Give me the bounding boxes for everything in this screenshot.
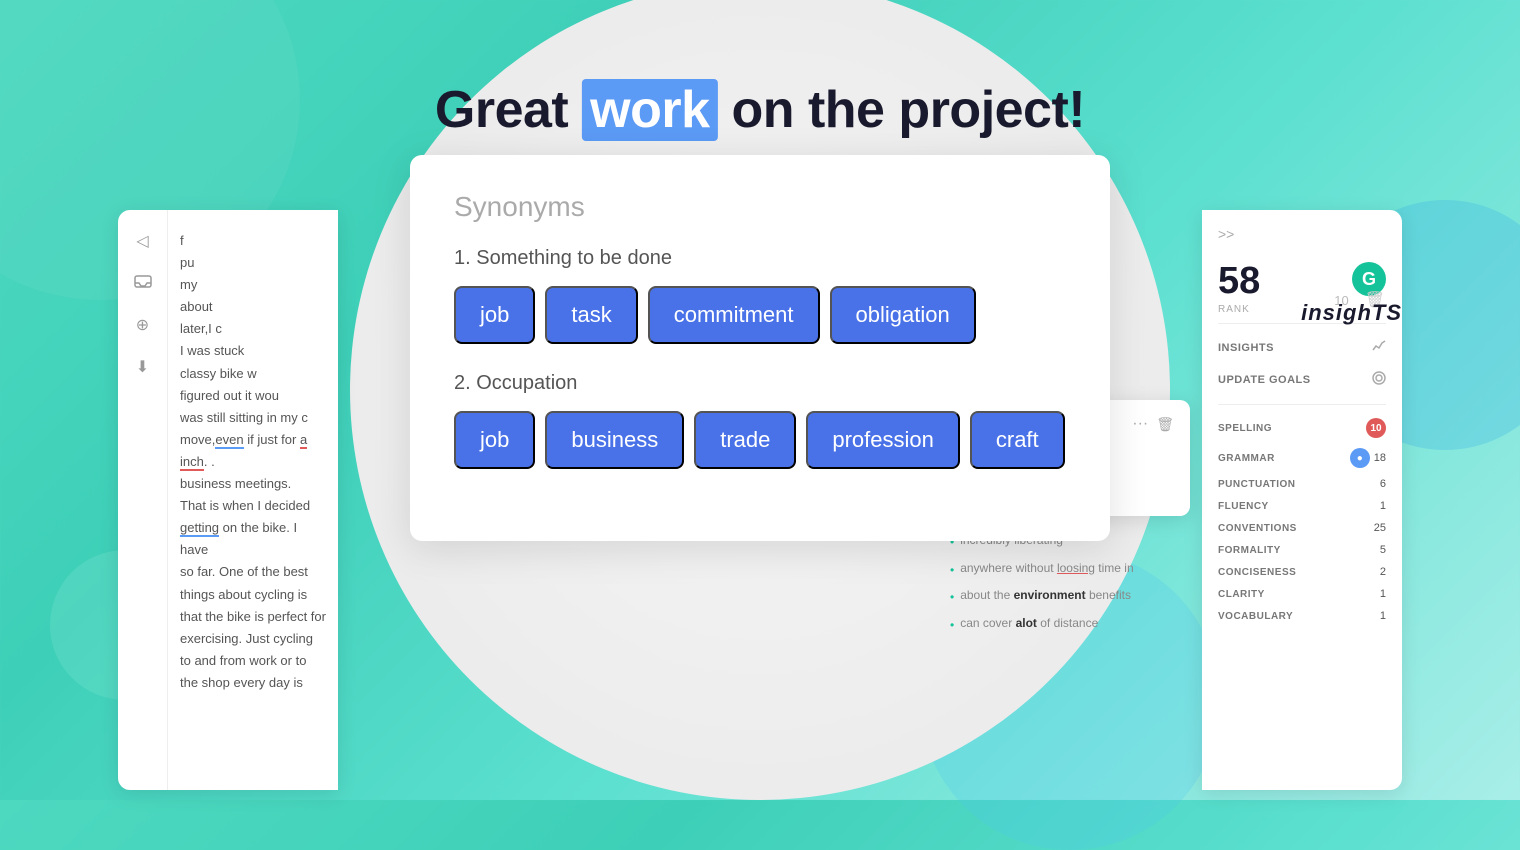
editor-line-2: pu [180, 252, 326, 274]
synonym-tag-job-1[interactable]: job [454, 286, 535, 344]
bullet-text-3: about the environment benefits [960, 585, 1131, 607]
bullet-dot-2: • [950, 560, 954, 582]
synonym-tags-1: job task commitment obligation [454, 286, 1066, 344]
vocabulary-value: 1 [1380, 610, 1386, 622]
editor-line-12: That is when I decided getting on the bi… [180, 495, 326, 561]
editor-toolbar: ◁ ⊕ ⬇ [118, 210, 168, 790]
heading-highlighted-word: work [582, 79, 717, 141]
editor-panel: ◁ ⊕ ⬇ f pu my about later,I c I was stuc… [118, 210, 338, 790]
nav-update-goals[interactable]: UPDATE GOALS [1218, 363, 1386, 396]
main-heading: Great work on the project! [435, 80, 1085, 140]
editor-line-3: my [180, 274, 326, 296]
meaning-number-1: 1. [454, 247, 476, 269]
clarity-value: 1 [1380, 588, 1386, 600]
clarity-label: CLARITY [1218, 589, 1265, 600]
grammar-badge: ● [1350, 448, 1370, 468]
divider-2 [1218, 404, 1386, 405]
bullet-dot-3: • [950, 587, 954, 609]
bullet-4: • can cover alot of distance [950, 613, 1190, 637]
editor-line-7: classy bike w [180, 363, 326, 385]
vocabulary-label: VOCABULARY [1218, 611, 1293, 622]
spelling-label: SPELLING [1218, 423, 1272, 434]
editor-line-5: later,I c [180, 318, 326, 340]
score-row-clarity: CLARITY 1 [1218, 583, 1386, 605]
conventions-label: CONVENTIONS [1218, 523, 1297, 534]
spelling-badge: 10 [1366, 418, 1386, 438]
expand-button[interactable]: >> [1218, 226, 1234, 242]
score-row-formality: FORMALITY 5 [1218, 539, 1386, 561]
more-options-icon[interactable]: ··· [1132, 415, 1148, 433]
grammar-label: GRAMMAR [1218, 453, 1275, 464]
score-row-conciseness: CONCISENESS 2 [1218, 561, 1386, 583]
meaning-text-2: Occupation [476, 372, 577, 394]
synonym-tag-trade[interactable]: trade [694, 411, 796, 469]
synonym-tags-2: job business trade profession craft [454, 411, 1066, 469]
nav-insights-label: INSIGHTS [1218, 342, 1274, 354]
grammar-value: 18 [1374, 452, 1386, 464]
meaning-label-1: 1. Something to be done [454, 247, 1066, 270]
synonym-tag-profession[interactable]: profession [806, 411, 960, 469]
nav-goals-label: UPDATE GOALS [1218, 374, 1311, 386]
bullet-dot-4: • [950, 615, 954, 637]
editor-line-6: I was stuck [180, 340, 326, 362]
meaning-text-1: Something to be done [476, 247, 672, 269]
download-icon[interactable]: ⬇ [128, 352, 158, 382]
meaning-number-2: 2. [454, 372, 476, 394]
formality-label: FORMALITY [1218, 545, 1281, 556]
formality-value: 5 [1380, 544, 1386, 556]
bullet-text-2: anywhere without loosing time in [960, 558, 1133, 580]
editor-line-9: was still sitting in my c [180, 407, 326, 429]
score-row-punctuation: PUNCTUATION 6 [1218, 473, 1386, 495]
conciseness-label: CONCISENESS [1218, 567, 1296, 578]
synonym-tag-task[interactable]: task [545, 286, 637, 344]
add-icon[interactable]: ⊕ [128, 310, 158, 340]
sidebar-header: >> [1218, 226, 1386, 242]
fluency-value: 1 [1380, 500, 1386, 512]
bullet-text-4: can cover alot of distance [960, 613, 1098, 635]
score-row-fluency: FLUENCY 1 [1218, 495, 1386, 517]
punctuation-value: 6 [1380, 478, 1386, 490]
nav-insights[interactable]: INSIGHTS [1218, 332, 1386, 363]
synonym-tag-craft[interactable]: craft [970, 411, 1065, 469]
editor-text-area[interactable]: f pu my about later,I c I was stuck clas… [168, 210, 338, 714]
synonym-tag-job-2[interactable]: job [454, 411, 535, 469]
meaning-section-1: 1. Something to be done job task commitm… [454, 247, 1066, 344]
meaning-section-2: 2. Occupation job business trade profess… [454, 372, 1066, 469]
trash-icon[interactable]: 🗑 [1156, 416, 1174, 433]
synonym-tag-obligation[interactable]: obligation [830, 286, 976, 344]
editor-line-14: exercising. Just cycling to and from wor… [180, 628, 326, 694]
insights-bullets-area: • incredibly liberating • anywhere witho… [950, 530, 1190, 640]
score-row-conventions: CONVENTIONS 25 [1218, 517, 1386, 539]
conventions-value: 25 [1374, 522, 1386, 534]
editor-line-10: move,even if just for a inch. . [180, 429, 326, 473]
editor-line-1: f [180, 230, 326, 252]
editor-line-8: figured out it wou [180, 385, 326, 407]
heading-prefix: Great [435, 81, 582, 139]
conciseness-value: 2 [1380, 566, 1386, 578]
meaning-label-2: 2. Occupation [454, 372, 1066, 395]
score-label: RANK [1218, 304, 1260, 315]
score-row-grammar: GRAMMAR ● 18 [1218, 443, 1386, 473]
inbox-icon[interactable] [128, 268, 158, 298]
heading-suffix: on the project! [718, 81, 1086, 139]
editor-line-4: about [180, 296, 326, 318]
back-icon[interactable]: ◁ [128, 226, 158, 256]
editor-line-13: so far. One of the best things about cyc… [180, 561, 326, 627]
score-number: 58 [1218, 262, 1260, 300]
fluency-label: FLUENCY [1218, 501, 1269, 512]
synonym-tag-commitment[interactable]: commitment [648, 286, 820, 344]
bullet-2: • anywhere without loosing time in [950, 558, 1190, 582]
punctuation-label: PUNCTUATION [1218, 479, 1296, 490]
insights-chart-icon [1372, 340, 1386, 355]
goals-icon [1372, 371, 1386, 388]
synonyms-title: Synonyms [454, 191, 1066, 223]
synonyms-card: Synonyms 1. Something to be done job tas… [410, 155, 1110, 541]
insights-title-label: insighTS [1301, 300, 1402, 326]
synonym-tag-business[interactable]: business [545, 411, 684, 469]
score-row-spelling: SPELLING 10 [1218, 413, 1386, 443]
score-row-vocabulary: VOCABULARY 1 [1218, 605, 1386, 627]
editor-line-11: business meetings. [180, 473, 326, 495]
bullet-3: • about the environment benefits [950, 585, 1190, 609]
